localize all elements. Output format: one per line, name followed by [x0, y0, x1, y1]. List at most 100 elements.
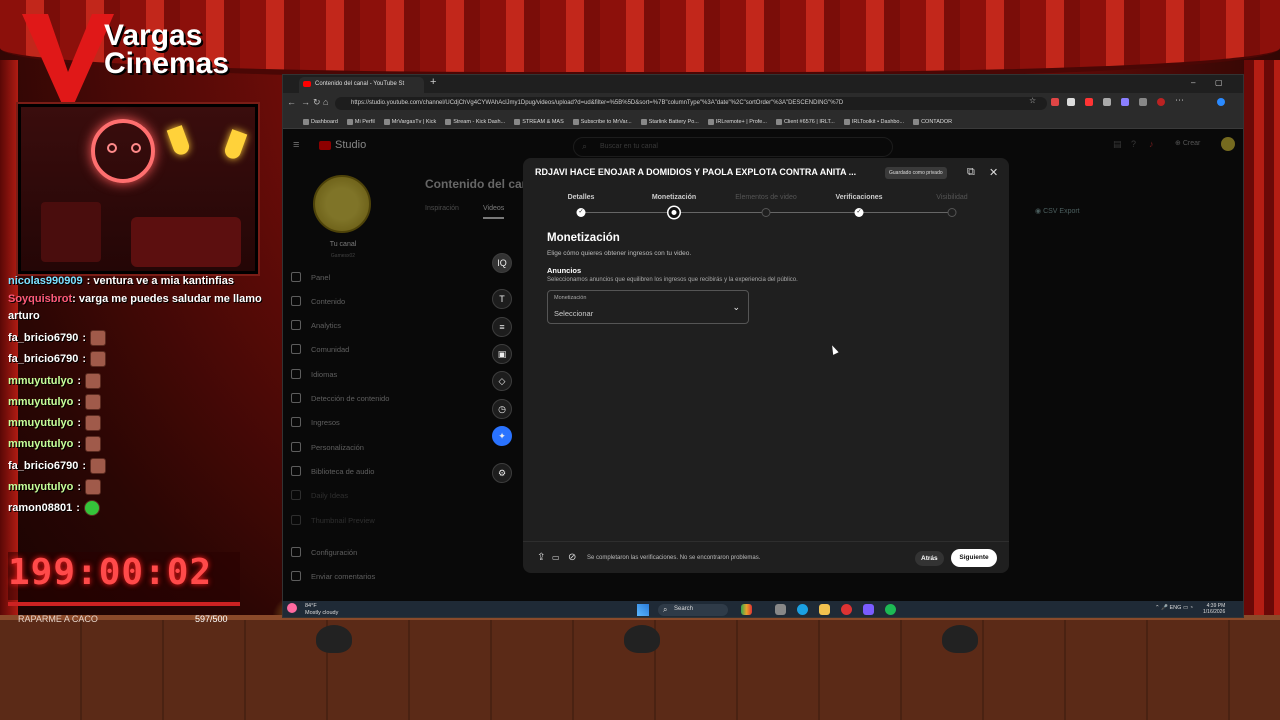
back-icon[interactable]: ←: [287, 97, 296, 107]
iq-tool-icon[interactable]: IQ: [492, 253, 512, 273]
bookmark-item[interactable]: Starlink Battery Po...: [640, 116, 699, 128]
back-button[interactable]: Atrás: [915, 551, 944, 566]
browser-tab[interactable]: Contenido del canal - YouTube St: [299, 77, 424, 93]
next-button[interactable]: Siguiente: [951, 549, 997, 567]
menu-icon[interactable]: ⋯: [1175, 95, 1184, 106]
curtain-right: [1244, 60, 1280, 620]
bookmark-item[interactable]: Mi Perfil: [346, 116, 375, 128]
chat-username[interactable]: mmuyutulyo: [8, 481, 73, 493]
spotify-icon[interactable]: [885, 604, 896, 615]
step-connector: [581, 212, 674, 213]
minimize-icon[interactable]: –: [1191, 78, 1195, 87]
goal-label: RAPARME A CACO: [18, 614, 98, 624]
bookmark-label: STREAM & MAS: [522, 119, 564, 125]
edge-icon[interactable]: [797, 604, 808, 615]
chat-text: : ventura ve a mia kantinfias: [86, 274, 234, 287]
bookmark-item[interactable]: MrVargasTv | Kick: [383, 116, 436, 128]
extension-icon[interactable]: [1051, 98, 1059, 106]
chat-username[interactable]: ramon08801: [8, 502, 72, 514]
bookmark-icon: [514, 119, 521, 125]
reload-icon[interactable]: ↻: [313, 97, 321, 108]
emote-icon: [85, 372, 102, 389]
system-tray[interactable]: ⌃ 🎤 ENG ▭ ◔: [1155, 605, 1193, 611]
bookmark-label: Starlink Battery Po...: [648, 119, 699, 125]
chat-username[interactable]: fa_bricio6790: [8, 332, 78, 344]
step-indicator-icon[interactable]: [761, 208, 771, 217]
bookmark-item[interactable]: STREAM & MAS: [514, 116, 564, 128]
tags-tool-icon[interactable]: ◇: [492, 371, 512, 391]
language-indicator: ENG: [1169, 605, 1182, 611]
extension-icon[interactable]: [1139, 98, 1147, 106]
start-icon[interactable]: [637, 604, 649, 616]
section-heading: Monetización: [547, 232, 620, 244]
weather-widget[interactable]: 84°F Mostly cloudy: [305, 603, 338, 616]
task-view-icon[interactable]: [775, 604, 786, 615]
step-indicator-icon[interactable]: [947, 208, 957, 217]
bookmark-star-icon[interactable]: ☆: [1029, 96, 1036, 105]
settings-tool-icon[interactable]: ⚙: [492, 463, 512, 483]
step-label[interactable]: Visibilidad: [936, 194, 967, 201]
hd-icon[interactable]: ▭: [552, 553, 560, 562]
chat-username[interactable]: Soyquisbrot: [8, 293, 72, 305]
thumbnail-tool-icon[interactable]: ▣: [492, 344, 512, 364]
chat-username[interactable]: mmuyutulyo: [8, 438, 73, 450]
chat-username[interactable]: fa_bricio6790: [8, 353, 78, 365]
title-tool-icon[interactable]: T: [492, 289, 512, 309]
chrome-icon[interactable]: [1217, 98, 1225, 106]
chat-username[interactable]: mmuyutulyo: [8, 417, 73, 429]
new-tab-icon[interactable]: +: [430, 76, 436, 88]
app-icon[interactable]: [741, 604, 752, 615]
chat-message: Soyquisbrot: varga me puedes saludar me …: [8, 291, 268, 325]
chat-username[interactable]: fa_bricio6790: [8, 460, 78, 472]
url-input[interactable]: https://studio.youtube.com/channel/UCdjC…: [335, 97, 1047, 110]
bookmark-item[interactable]: CONTADOR: [913, 116, 952, 128]
step-connector: [859, 212, 952, 213]
chat-username[interactable]: mmuyutulyo: [8, 396, 73, 408]
forward-icon[interactable]: →: [301, 97, 310, 107]
chat-username[interactable]: nicolas990909: [8, 275, 83, 287]
bookmark-icon: [775, 119, 782, 125]
bookmark-item[interactable]: Dashboard: [303, 116, 338, 128]
step-indicator-icon[interactable]: ✓: [576, 208, 586, 217]
taskbar-search[interactable]: ⌕ Search: [658, 604, 728, 616]
bookmark-item[interactable]: Client #6576 | IRLT...: [775, 116, 835, 128]
chat-message: nicolas990909: ventura ve a mia kantinfi…: [8, 270, 268, 291]
extension-icon[interactable]: [1121, 98, 1129, 106]
step-label[interactable]: Elementos de video: [735, 194, 796, 201]
step-connector: [766, 212, 859, 213]
description-tool-icon[interactable]: ≡: [492, 317, 512, 337]
step-label[interactable]: Monetización: [652, 194, 696, 201]
chrome-icon[interactable]: [841, 604, 852, 615]
bookmark-label: CONTADOR: [921, 119, 953, 125]
profile-icon[interactable]: [1157, 98, 1165, 106]
feedback-icon[interactable]: ⧉: [967, 166, 975, 179]
clock-tool-icon[interactable]: ◷: [492, 399, 512, 419]
check-circle-icon[interactable]: ⊘: [568, 552, 576, 563]
monetization-select[interactable]: Monetización Seleccionar ⌄: [547, 290, 749, 324]
ai-tool-icon[interactable]: ✦: [492, 426, 512, 446]
extension-icon[interactable]: [1067, 98, 1075, 106]
bookmark-icon: [843, 119, 850, 125]
upload-icon[interactable]: ⇪: [537, 552, 545, 563]
chat-message: ramon08801:: [8, 498, 268, 519]
countdown-timer: 199:00:02: [8, 552, 240, 600]
chat-username[interactable]: mmuyutulyo: [8, 375, 73, 387]
maximize-icon[interactable]: ▢: [1215, 78, 1223, 87]
step-label[interactable]: Detalles: [568, 194, 595, 201]
taskbar-clock[interactable]: 4:39 PM 1/16/2026: [1203, 603, 1225, 615]
bookmark-item[interactable]: Subscribe to MrVar...: [572, 116, 632, 128]
bookmark-label: Stream - Kick Dash...: [453, 119, 506, 125]
bookmark-item[interactable]: IRLremote+ | Profe...: [707, 116, 767, 128]
file-explorer-icon[interactable]: [819, 604, 830, 615]
step-indicator-icon[interactable]: [668, 207, 680, 218]
bookmark-item[interactable]: Stream - Kick Dash...: [445, 116, 505, 128]
youtube-icon: [303, 81, 311, 87]
home-icon[interactable]: ⌂: [323, 97, 328, 107]
bookmark-item[interactable]: IRLToolkit • Dashbo...: [843, 116, 904, 128]
step-label[interactable]: Verificaciones: [835, 194, 882, 201]
close-icon[interactable]: ✕: [989, 166, 998, 179]
extension-icon[interactable]: [1103, 98, 1111, 106]
step-indicator-icon[interactable]: ✓: [854, 208, 864, 217]
extension-icon[interactable]: [1085, 98, 1093, 106]
discord-icon[interactable]: [863, 604, 874, 615]
